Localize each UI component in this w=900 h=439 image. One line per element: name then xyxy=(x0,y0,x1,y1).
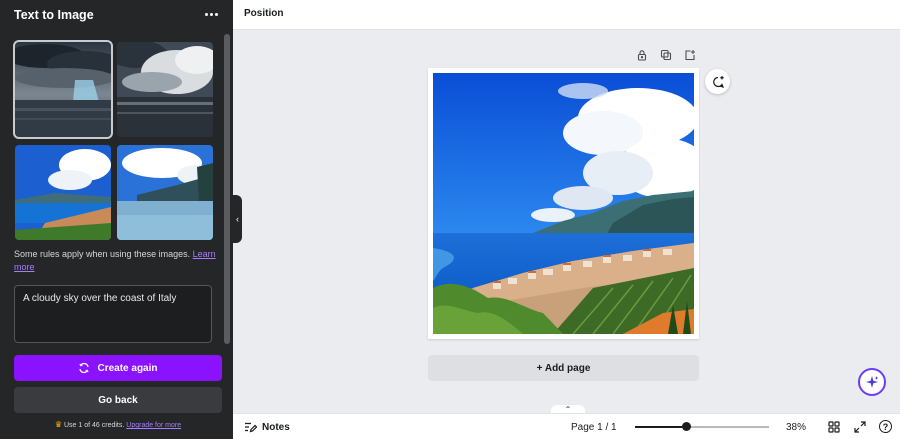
magic-assistant-button[interactable] xyxy=(858,368,886,396)
refresh-icon xyxy=(79,362,90,374)
panel-title: Text to Image xyxy=(14,8,94,22)
more-options-button[interactable] xyxy=(200,6,222,22)
panel-scrollbar[interactable] xyxy=(224,34,230,344)
zoom-slider[interactable] xyxy=(635,422,769,431)
add-page-tool-button[interactable] xyxy=(682,47,698,63)
notes-button[interactable]: Notes xyxy=(244,421,290,433)
zoom-slider-handle[interactable] xyxy=(681,422,691,431)
canvas-scrollbar[interactable] xyxy=(893,30,900,405)
position-button[interactable]: Position xyxy=(244,8,283,19)
sparkle-icon xyxy=(866,376,879,388)
lock-page-button[interactable] xyxy=(634,47,650,63)
fullscreen-icon[interactable] xyxy=(854,421,866,433)
duplicate-icon xyxy=(660,49,672,61)
result-thumbnail-3[interactable] xyxy=(15,145,111,240)
lock-icon xyxy=(637,50,647,61)
add-page-button[interactable]: + Add page xyxy=(428,355,699,381)
bottom-bar: Notes Page 1 / 1 38% ? xyxy=(233,413,900,439)
crown-icon: ♛ xyxy=(54,420,63,429)
grid-view-icon[interactable] xyxy=(828,421,840,433)
rules-text: Some rules apply when using these images… xyxy=(14,249,191,259)
prompt-input[interactable]: A cloudy sky over the coast of Italy xyxy=(14,285,212,343)
dot-icon xyxy=(204,12,208,16)
result-thumbnail-1[interactable] xyxy=(13,40,113,139)
upgrade-link[interactable]: Upgrade for more xyxy=(126,422,181,429)
add-comment-button[interactable] xyxy=(705,69,730,94)
notes-label: Notes xyxy=(262,421,290,433)
panel-header: Text to Image xyxy=(0,0,233,30)
credits-notice: ♛ Use 1 of 46 credits. Upgrade for more xyxy=(14,420,222,429)
go-back-label: Go back xyxy=(98,394,138,406)
generated-image[interactable] xyxy=(433,73,694,334)
collapse-panel-button[interactable]: ‹ xyxy=(233,195,242,243)
duplicate-page-button[interactable] xyxy=(658,47,674,63)
create-again-label: Create again xyxy=(97,362,158,374)
rules-notice: Some rules apply when using these images… xyxy=(14,248,219,274)
comment-icon xyxy=(712,75,724,88)
result-thumbnail-4[interactable] xyxy=(117,145,213,240)
dot-icon xyxy=(214,12,218,16)
credits-text: Use 1 of 46 credits. xyxy=(64,422,125,429)
add-page-icon xyxy=(685,50,695,61)
editor-toolbar: Position xyxy=(233,0,900,30)
panel-scroll-thumb[interactable] xyxy=(224,34,230,344)
go-back-button[interactable]: Go back xyxy=(14,387,222,413)
design-page xyxy=(428,68,699,339)
text-to-image-panel: Text to Image Some rules apply when usin… xyxy=(0,0,233,439)
page-indicator[interactable]: Page 1 / 1 xyxy=(571,422,617,433)
zoom-slider-fill xyxy=(635,426,686,428)
zoom-percentage[interactable]: 38% xyxy=(786,422,806,433)
chevron-left-icon: ‹ xyxy=(236,214,239,224)
result-thumbnail-2[interactable] xyxy=(117,42,213,137)
dot-icon xyxy=(209,12,213,16)
notes-icon xyxy=(245,422,257,433)
create-again-button[interactable]: Create again xyxy=(14,355,222,381)
page-tools xyxy=(634,47,698,63)
help-button[interactable]: ? xyxy=(879,420,892,433)
